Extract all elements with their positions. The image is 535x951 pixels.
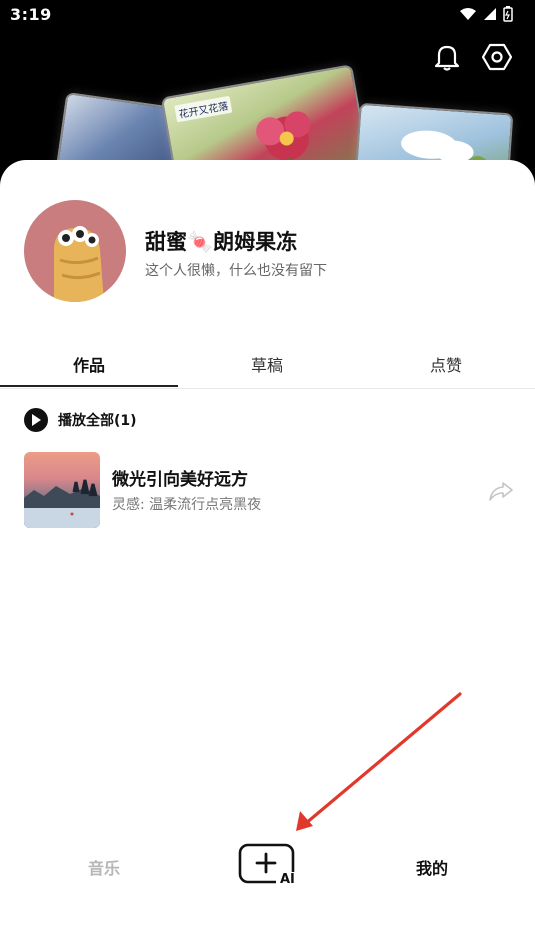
status-time: 3:19 (10, 5, 52, 24)
settings-hexagon-icon (482, 43, 512, 71)
nav-mine[interactable]: 我的 (388, 855, 476, 879)
settings-button[interactable] (480, 40, 514, 74)
wifi-icon (460, 8, 476, 20)
status-icons (459, 6, 513, 22)
play-icon (24, 408, 48, 432)
play-all-label: 播放全部(1) (58, 413, 137, 429)
share-icon (489, 482, 513, 501)
profile-bio: 这个人很懒，什么也没有留下 (145, 263, 327, 279)
bottom-navigation: 音乐 AI 我的 (0, 835, 535, 895)
cover-landscape (24, 479, 100, 528)
tab-likes[interactable]: 点赞 (357, 352, 535, 376)
song-inspiration: 灵感: 温柔流行点亮黑夜 (112, 497, 262, 513)
battery-icon (503, 6, 513, 22)
profile-name: 甜蜜🍬朗姆果冻 (145, 230, 298, 254)
song-title: 微光引向美好远方 (112, 470, 248, 490)
tab-works[interactable]: 作品 (0, 352, 178, 376)
tab-drafts[interactable]: 草稿 (178, 352, 356, 376)
avatar[interactable] (24, 200, 126, 302)
content-tabs: 作品 草稿 点赞 (0, 344, 535, 389)
signal-icon (484, 8, 496, 20)
song-cover (24, 452, 100, 528)
avatar-illustration (54, 226, 104, 302)
ai-create-button[interactable]: AI (238, 843, 298, 887)
bell-icon (434, 45, 460, 71)
active-tab-indicator (0, 385, 178, 387)
ai-label: AI (280, 872, 295, 887)
profile-sheet: 甜蜜🍬朗姆果冻 这个人很懒，什么也没有留下 作品 草稿 点赞 播放全部(1) 微… (0, 160, 535, 951)
share-button[interactable] (488, 478, 514, 504)
nav-music[interactable]: 音乐 (60, 855, 148, 879)
list-item[interactable]: 微光引向美好远方 灵感: 温柔流行点亮黑夜 (24, 452, 514, 528)
status-bar: 3:19 (0, 0, 535, 30)
notification-button[interactable] (430, 40, 464, 74)
play-all-button[interactable]: 播放全部(1) (24, 408, 137, 432)
